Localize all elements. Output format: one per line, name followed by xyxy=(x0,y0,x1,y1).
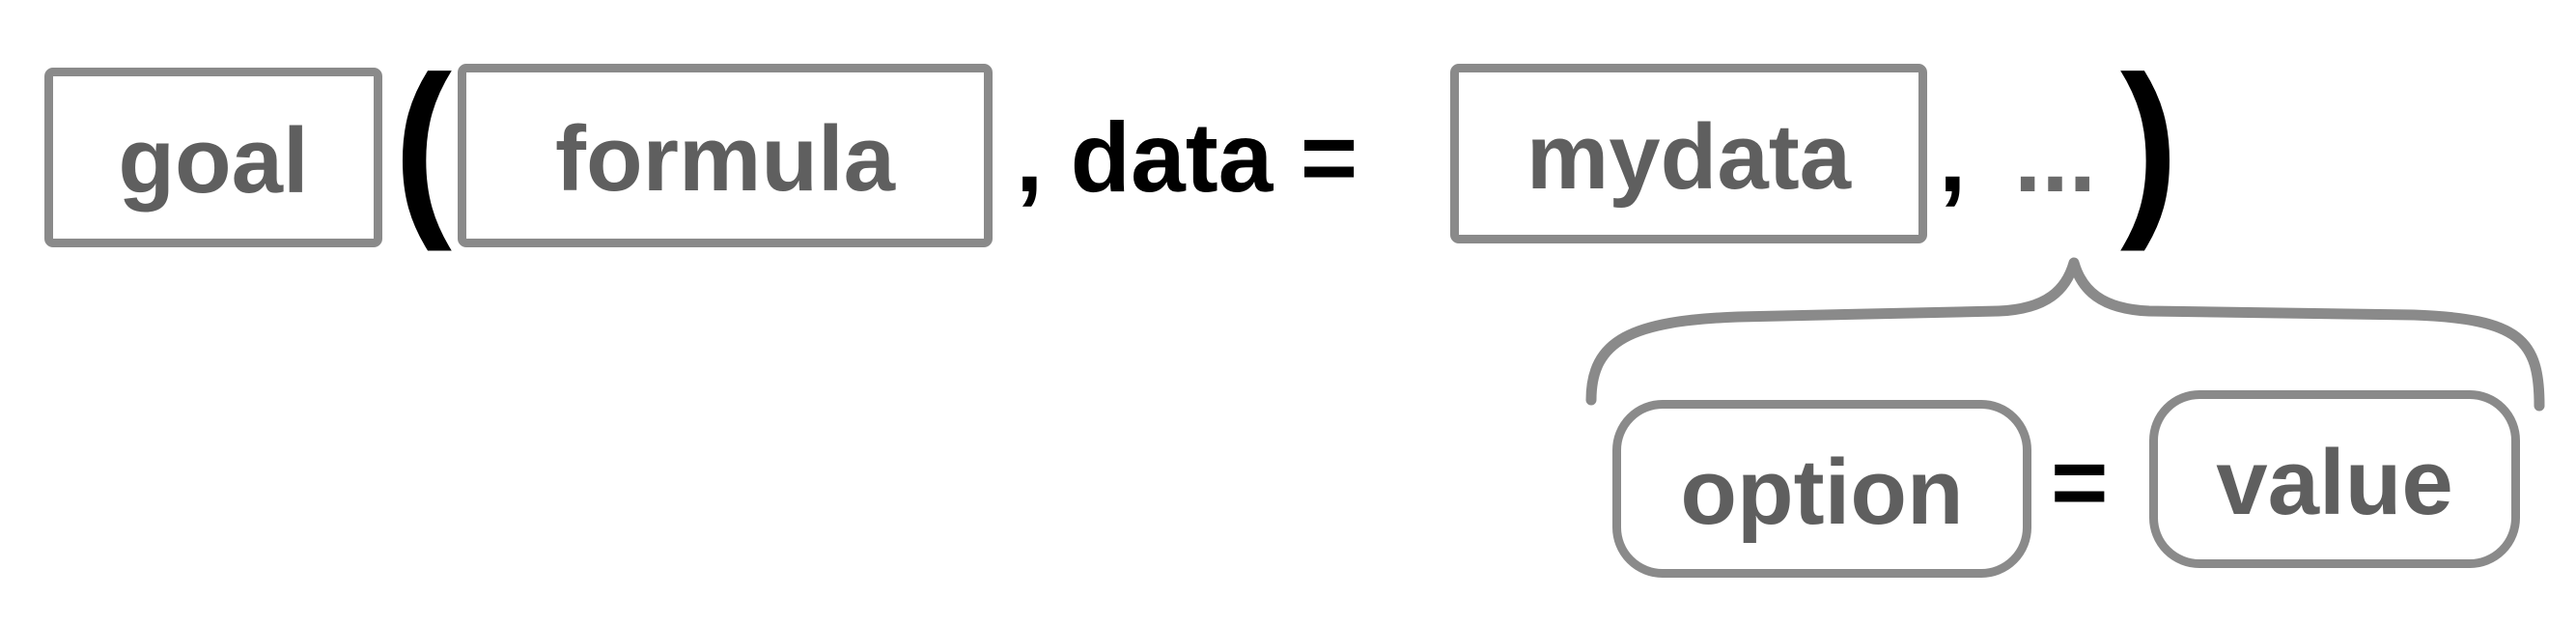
equals-sign: = xyxy=(2051,427,2109,537)
formula-syntax-diagram: goal ( formula , data = mydata , ... ) o… xyxy=(0,0,2576,626)
option-label: option xyxy=(1680,441,1964,544)
value-box: value xyxy=(2149,390,2520,568)
value-label: value xyxy=(2216,431,2453,534)
option-box: option xyxy=(1612,400,2031,578)
